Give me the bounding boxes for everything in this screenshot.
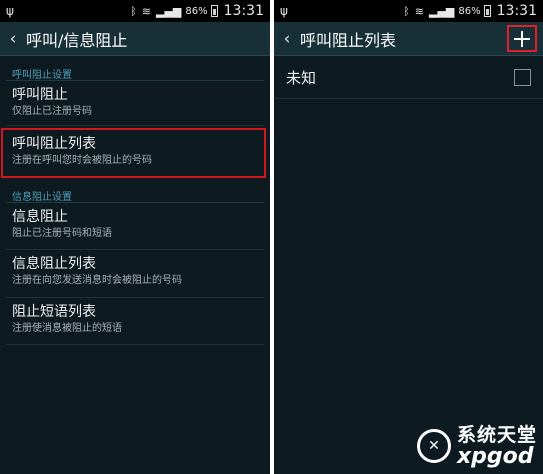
plus-icon	[514, 30, 530, 47]
left-screen: ψ ᛒ ≋ ▂▄▆ 86% 13:31 ‹ 呼叫/信息阻止 呼叫阻止设置 呼叫阻…	[0, 0, 270, 474]
signal-icon: ▂▄▆	[156, 4, 182, 18]
setting-title: 呼叫阻止	[12, 87, 68, 103]
watermark: ✕ 系统天堂 xpgod	[416, 424, 537, 469]
setting-subtitle: 注册使消息被阻止的短语	[12, 323, 122, 334]
usb-icon: ψ	[280, 4, 288, 18]
blocked-number-name: 未知	[286, 68, 317, 87]
page-title: 呼叫阻止列表	[300, 30, 397, 50]
action-bar: ‹ 呼叫/信息阻止	[0, 22, 270, 56]
page-title: 呼叫/信息阻止	[26, 30, 128, 50]
right-screen: ψ ᛒ ≋ ▂▄▆ 86% 13:31 ‹ 呼叫阻止列表 未知 ✕ 系统天堂 x…	[274, 0, 543, 474]
setting-call-block-list[interactable]: 呼叫阻止列表 注册在呼叫您时会被阻止的号码	[1, 128, 266, 178]
status-bar: ψ ᛒ ≋ ▂▄▆ 86% 13:31	[0, 0, 270, 22]
section-header-call-block: 呼叫阻止设置	[12, 70, 72, 81]
setting-call-block[interactable]: 呼叫阻止 仅阻止已注册号码	[0, 81, 270, 125]
usb-icon: ψ	[6, 4, 14, 18]
wifi-icon: ≋	[414, 4, 425, 18]
setting-title: 信息阻止	[12, 209, 68, 225]
battery-icon	[483, 5, 491, 17]
watermark-cn: 系统天堂	[456, 424, 537, 446]
signal-icon: ▂▄▆	[429, 4, 455, 18]
bluetooth-icon: ᛒ	[130, 4, 137, 18]
back-arrow-icon[interactable]: ‹	[2, 29, 24, 49]
add-number-button[interactable]	[507, 25, 537, 52]
watermark-en: xpgod	[456, 444, 534, 469]
setting-subtitle: 仅阻止已注册号码	[12, 106, 92, 117]
setting-phrase-block-list[interactable]: 阻止短语列表 注册使消息被阻止的短语	[0, 298, 270, 344]
setting-message-block-list[interactable]: 信息阻止列表 注册在向您发送消息时会被阻止的号码	[0, 250, 270, 297]
battery-percent: 86%	[185, 5, 208, 17]
setting-title: 阻止短语列表	[12, 304, 96, 320]
setting-subtitle: 注册在向您发送消息时会被阻止的号码	[12, 275, 182, 286]
xpgod-logo-icon: ✕	[416, 429, 451, 463]
bluetooth-icon: ᛒ	[403, 4, 410, 18]
wifi-icon: ≋	[141, 4, 152, 18]
select-checkbox[interactable]	[514, 68, 531, 86]
setting-title: 呼叫阻止列表	[12, 136, 96, 152]
clock: 13:31	[223, 3, 264, 19]
status-bar: ψ ᛒ ≋ ▂▄▆ 86% 13:31	[274, 0, 543, 22]
back-arrow-icon[interactable]: ‹	[276, 29, 298, 49]
action-bar: ‹ 呼叫阻止列表	[274, 22, 543, 56]
setting-subtitle: 阻止已注册号码和短语	[12, 228, 112, 239]
clock: 13:31	[496, 3, 537, 19]
setting-title: 信息阻止列表	[12, 256, 96, 272]
list-item[interactable]: 未知	[274, 56, 543, 99]
battery-percent: 86%	[458, 5, 481, 17]
setting-message-block[interactable]: 信息阻止 阻止已注册号码和短语	[0, 203, 270, 249]
section-header-message-block: 信息阻止设置	[12, 192, 72, 203]
battery-icon	[210, 5, 218, 17]
setting-subtitle: 注册在呼叫您时会被阻止的号码	[12, 155, 152, 166]
